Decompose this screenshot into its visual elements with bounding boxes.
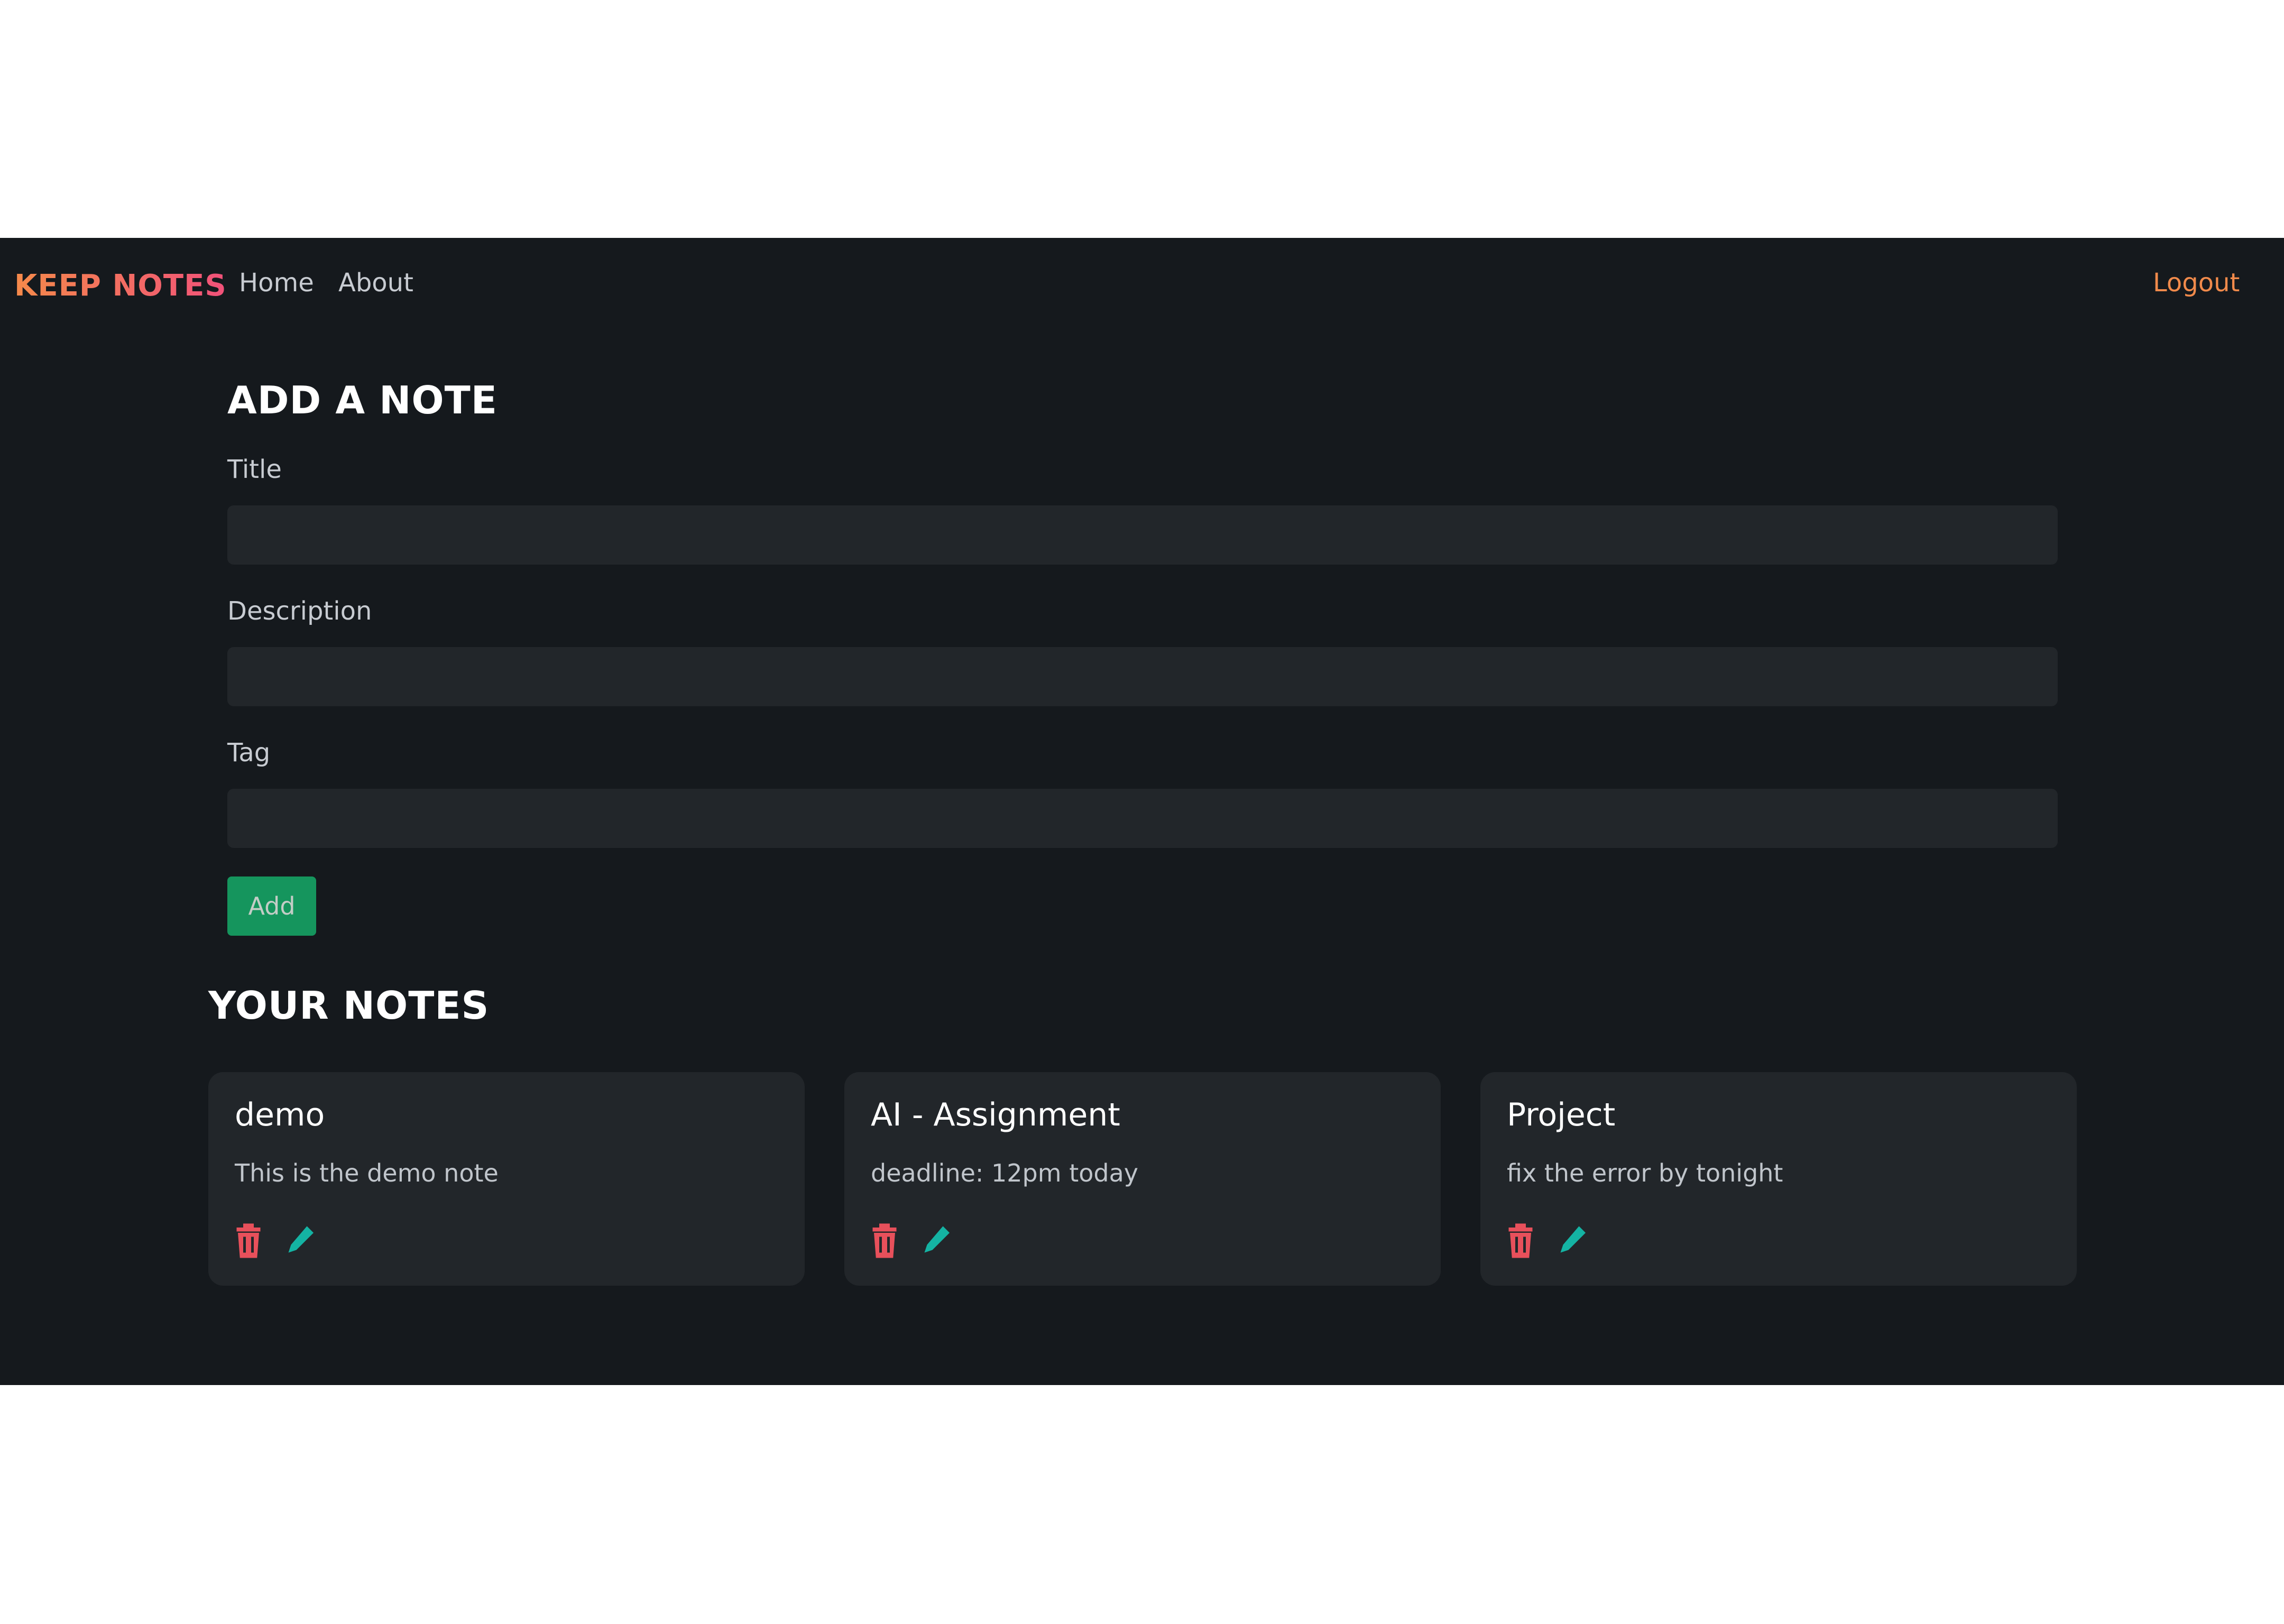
pencil-icon[interactable] bbox=[1557, 1223, 1588, 1258]
note-card: demo This is the demo note bbox=[208, 1072, 805, 1286]
app-root: KEEP NOTES Home About Logout ADD A NOTE … bbox=[0, 238, 2284, 1385]
title-input[interactable] bbox=[227, 505, 2058, 565]
your-notes-heading: YOUR NOTES bbox=[208, 983, 490, 1028]
title-label: Title bbox=[227, 455, 282, 484]
note-title: Project bbox=[1507, 1096, 1616, 1133]
nav-about-link[interactable]: About bbox=[338, 268, 413, 298]
note-card: AI - Assignment deadline: 12pm today bbox=[844, 1072, 1441, 1286]
note-description: This is the demo note bbox=[235, 1159, 499, 1187]
brand-logo[interactable]: KEEP NOTES bbox=[14, 269, 227, 303]
trash-icon[interactable] bbox=[233, 1223, 264, 1258]
tag-input[interactable] bbox=[227, 789, 2058, 848]
pencil-icon[interactable] bbox=[284, 1223, 316, 1258]
note-title: demo bbox=[235, 1096, 325, 1133]
description-label: Description bbox=[227, 596, 372, 626]
note-card: Project fix the error by tonight bbox=[1480, 1072, 2077, 1286]
note-title: AI - Assignment bbox=[871, 1096, 1120, 1133]
trash-icon[interactable] bbox=[869, 1223, 900, 1258]
pencil-icon[interactable] bbox=[920, 1223, 952, 1258]
note-description: deadline: 12pm today bbox=[871, 1159, 1138, 1187]
nav-home-link[interactable]: Home bbox=[239, 268, 314, 298]
description-input[interactable] bbox=[227, 647, 2058, 706]
add-note-button[interactable]: Add bbox=[227, 876, 316, 936]
tag-label: Tag bbox=[227, 738, 271, 768]
logout-button[interactable]: Logout bbox=[2153, 268, 2240, 298]
note-description: fix the error by tonight bbox=[1507, 1159, 1783, 1187]
add-note-heading: ADD A NOTE bbox=[227, 378, 498, 422]
trash-icon[interactable] bbox=[1505, 1223, 1536, 1258]
